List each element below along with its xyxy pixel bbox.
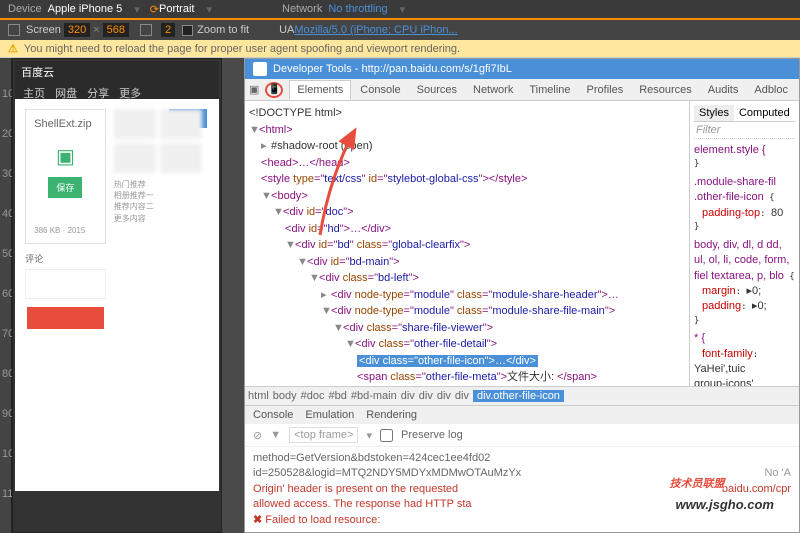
network-select[interactable]: No throttling — [328, 3, 387, 15]
device-label: Device — [8, 3, 42, 15]
preserve-log-label: Preserve log — [401, 429, 463, 441]
nav-item[interactable]: 更多 — [117, 83, 143, 99]
comments-header: 评论 — [25, 252, 106, 265]
device-screen[interactable]: 百度云 主页 网盘 分享 更多 登录 ShellExt.zip ▣ 保存 3 — [15, 61, 219, 491]
thumb-image[interactable] — [114, 109, 156, 139]
chevron-down-icon[interactable]: ▾ — [206, 3, 212, 16]
tab-adblock[interactable]: Adbloc — [747, 81, 795, 99]
chevron-down-icon[interactable]: ▾ — [400, 3, 406, 16]
tab-rendering[interactable]: Rendering — [366, 409, 417, 421]
side-header: 热门推荐 — [114, 179, 209, 190]
window-title: Developer Tools - http://pan.baidu.com/s… — [273, 63, 512, 75]
tab-console[interactable]: Console — [353, 81, 407, 99]
nav-item[interactable]: 网盘 — [53, 83, 79, 99]
devtools-titlebar: Developer Tools - http://pan.baidu.com/s… — [245, 59, 799, 79]
comment-input[interactable] — [25, 269, 106, 299]
save-button[interactable]: 保存 — [48, 177, 82, 198]
clear-console-icon[interactable]: ⊘ — [253, 429, 262, 442]
tab-resources[interactable]: Resources — [632, 81, 699, 99]
zoom-label: Zoom to fit — [197, 24, 249, 36]
tab-computed[interactable]: Computed — [734, 105, 795, 121]
nav-item[interactable]: 分享 — [85, 83, 111, 99]
brand-logo[interactable]: 百度云 — [21, 64, 54, 80]
tab-emulation[interactable]: Emulation — [305, 409, 354, 421]
width-input[interactable]: 320 — [64, 23, 90, 37]
chevron-down-icon[interactable]: ▾ — [134, 3, 140, 16]
side-text: 更多内容 — [114, 213, 209, 224]
side-text: 推荐内容二 — [114, 201, 209, 212]
tab-audits[interactable]: Audits — [701, 81, 746, 99]
warning-text: You might need to reload the page for pr… — [24, 43, 460, 55]
side-text: 相册推荐一 — [114, 190, 209, 201]
file-name: ShellExt.zip — [34, 118, 97, 130]
file-size: 386 KB · 2015 — [34, 226, 97, 235]
tab-timeline[interactable]: Timeline — [522, 81, 577, 99]
devtools-window: Developer Tools - http://pan.baidu.com/s… — [244, 58, 800, 533]
file-card: ShellExt.zip ▣ 保存 386 KB · 2015 — [25, 109, 106, 244]
watermark: 技术员联盟 www.jsgho.com — [670, 463, 780, 513]
tab-profiles[interactable]: Profiles — [580, 81, 631, 99]
tab-console[interactable]: Console — [253, 409, 293, 421]
thumb-image[interactable] — [160, 143, 202, 173]
device-toolbar: Device Apple iPhone 5 ▾ ⟳ Portrait ▾ Net… — [0, 0, 800, 20]
device-mode-icon[interactable] — [265, 82, 283, 98]
thumb-image[interactable] — [114, 143, 156, 173]
ua-value[interactable]: Mozilla/5.0 (iPhone; CPU iPhon... — [294, 24, 457, 36]
tab-styles[interactable]: Styles — [694, 105, 734, 121]
zoom-checkbox[interactable] — [182, 25, 193, 36]
orientation-value[interactable]: Portrait — [159, 3, 194, 15]
styles-panel[interactable]: Styles Computed Filter element.style {} … — [689, 101, 799, 386]
breadcrumb[interactable]: html body #doc #bd #bd-main div div div … — [245, 386, 799, 405]
dpr-icon — [140, 24, 152, 36]
dpr-input[interactable]: 2 — [161, 23, 175, 37]
vertical-ruler: 100 200 300 400 500 600 700 800 900 1000… — [0, 58, 12, 533]
frame-select[interactable]: <top frame> — [289, 427, 358, 443]
height-input[interactable]: 568 — [103, 23, 129, 37]
zip-icon: ▣ — [56, 146, 75, 168]
device-preview-frame: 百度云 主页 网盘 分享 更多 登录 ShellExt.zip ▣ 保存 3 — [12, 58, 222, 533]
submit-button[interactable] — [27, 307, 104, 329]
preserve-log-checkbox[interactable] — [380, 429, 393, 442]
screen-icon — [8, 24, 20, 36]
styles-filter[interactable]: Filter — [694, 122, 795, 139]
filter-icon[interactable]: ▼ — [270, 429, 281, 441]
breadcrumb-active[interactable]: div.other-file-icon — [473, 390, 564, 402]
tab-network[interactable]: Network — [466, 81, 520, 99]
orientation-icon[interactable]: ⟳ — [150, 3, 159, 16]
dom-tree[interactable]: <!DOCTYPE html> ▼<html> ▸#shadow-root (o… — [245, 101, 689, 386]
devtools-tabs: ▣ Elements Console Sources Network Timel… — [245, 79, 799, 101]
page-header: 百度云 — [15, 61, 219, 83]
thumb-image[interactable] — [160, 109, 202, 139]
inspect-icon[interactable]: ▣ — [249, 83, 259, 96]
screen-toolbar: Screen 320 × 568 2 Zoom to fit UA Mozill… — [0, 20, 800, 40]
network-label: Network — [282, 3, 322, 15]
ua-label: UA — [279, 24, 294, 36]
tab-sources[interactable]: Sources — [410, 81, 464, 99]
tab-elements[interactable]: Elements — [289, 80, 351, 100]
screen-label: Screen — [26, 24, 61, 36]
page-nav: 主页 网盘 分享 更多 — [15, 83, 219, 99]
device-select[interactable]: Apple iPhone 5 — [48, 3, 123, 15]
nav-item[interactable]: 主页 — [21, 83, 47, 99]
warning-banner: ⚠ You might need to reload the page for … — [0, 40, 800, 58]
devtools-icon — [253, 62, 267, 76]
warning-icon: ⚠ — [8, 42, 18, 55]
